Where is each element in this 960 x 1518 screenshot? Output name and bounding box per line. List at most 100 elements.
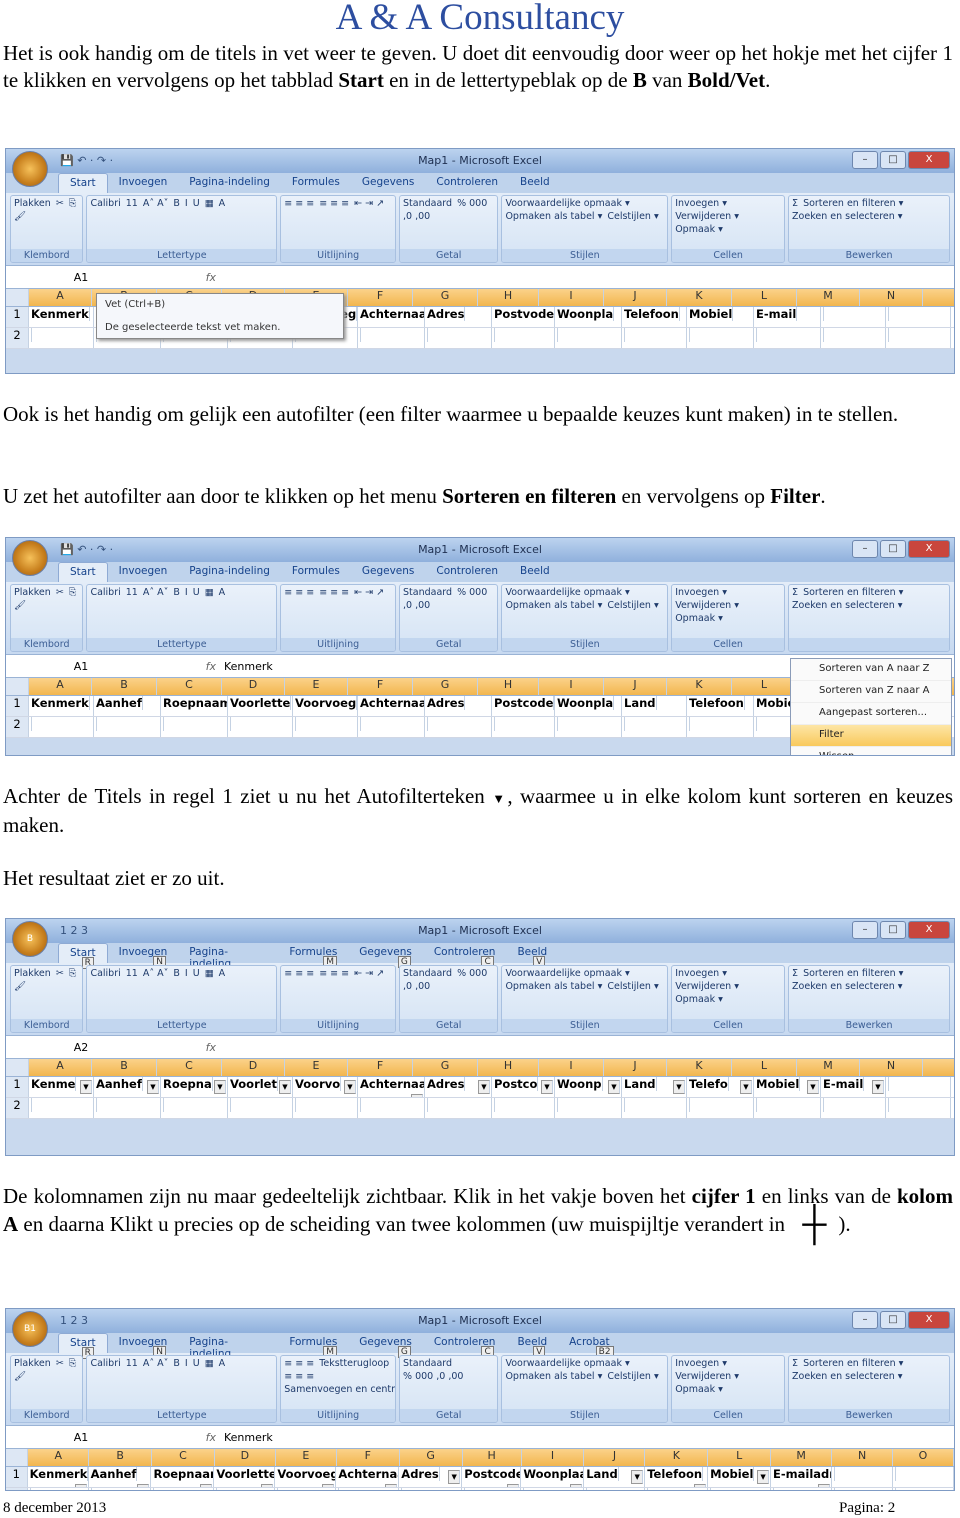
column-header-k[interactable]: K: [645, 1449, 709, 1466]
ribbon-button[interactable]: Sorteren en filteren ▾: [803, 198, 903, 209]
tab-invoegen[interactable]: Invoegen: [108, 173, 179, 193]
office-button[interactable]: B1: [12, 1311, 48, 1347]
cell[interactable]: E-mail ▼: [821, 1077, 886, 1097]
ribbon-button[interactable]: 11: [126, 1358, 138, 1369]
ribbon-button[interactable]: U: [193, 587, 200, 598]
cell[interactable]: Aanhef ▼: [94, 1077, 161, 1097]
tab-start[interactable]: StartR: [58, 943, 108, 969]
tab-beeld[interactable]: BeeldV: [506, 943, 558, 968]
ribbon-button[interactable]: I: [185, 968, 188, 979]
cell[interactable]: [492, 328, 555, 348]
column-header-a[interactable]: A: [29, 678, 92, 695]
cell[interactable]: Telefoon: [687, 696, 754, 716]
ribbon-button[interactable]: 🖌: [14, 981, 26, 992]
select-all-corner[interactable]: [6, 1449, 29, 1466]
filter-dropdown-icon[interactable]: ▼: [872, 1080, 884, 1094]
ribbon-button[interactable]: Σ: [792, 1358, 798, 1369]
cell[interactable]: Voorvoegsels ▼: [275, 1467, 337, 1487]
cell[interactable]: [29, 328, 94, 348]
cell[interactable]: [29, 1098, 94, 1118]
cell[interactable]: [492, 717, 555, 737]
cell[interactable]: Telefoon: [622, 307, 687, 327]
ribbon-button[interactable]: ⎘: [69, 968, 77, 979]
cell[interactable]: Adres ▼: [425, 1077, 492, 1097]
ribbon-button[interactable]: ▦: [205, 968, 214, 979]
cell[interactable]: Roepna ▼: [161, 1077, 228, 1097]
ribbon-button[interactable]: ≡ ≡ ≡: [284, 1358, 314, 1369]
filter-dropdown-icon[interactable]: ▼: [694, 1484, 707, 1487]
ribbon-button[interactable]: ⇤ ⇥ ↗: [354, 198, 384, 209]
cell[interactable]: Roepnaam ▼: [151, 1467, 215, 1487]
cell[interactable]: Land: [622, 696, 687, 716]
ribbon-button[interactable]: Verwijderen ▾: [675, 211, 739, 222]
ribbon-button[interactable]: Invoegen ▾: [675, 1358, 727, 1369]
ribbon-button[interactable]: Zoeken en selecteren ▾: [792, 600, 903, 611]
cell[interactable]: [555, 1098, 622, 1118]
cell[interactable]: [821, 307, 886, 327]
row-header[interactable]: 1: [6, 1077, 29, 1097]
column-header-a[interactable]: A: [28, 1449, 90, 1466]
ribbon-button[interactable]: Σ: [792, 968, 798, 979]
cell[interactable]: [89, 1488, 152, 1490]
ribbon-button[interactable]: A˄ A˅: [143, 968, 169, 979]
ribbon-button[interactable]: B: [173, 587, 180, 598]
tab-formules[interactable]: Formules: [281, 562, 351, 582]
ribbon-button[interactable]: Opmaak ▾: [675, 613, 723, 624]
cell[interactable]: Voorlet ▼: [228, 1077, 293, 1097]
filter-dropdown-icon[interactable]: ▼: [80, 1080, 92, 1094]
column-header-f[interactable]: F: [348, 678, 413, 695]
cell[interactable]: [771, 1488, 833, 1490]
ribbon-button[interactable]: Opmaken als tabel ▾: [505, 981, 602, 992]
column-header-k[interactable]: K: [667, 678, 732, 695]
ribbon-button[interactable]: ✂: [56, 198, 64, 209]
cell[interactable]: Woonpla: [555, 696, 622, 716]
cell[interactable]: Postvode: [492, 307, 555, 327]
ribbon-button[interactable]: 🖌: [14, 1371, 26, 1382]
ribbon-button[interactable]: ✂: [56, 968, 64, 979]
column-header-g[interactable]: G: [413, 289, 478, 306]
ribbon-button[interactable]: Sorteren en filteren ▾: [803, 968, 903, 979]
tab-gegevens[interactable]: GegevensG: [348, 1333, 423, 1358]
cell[interactable]: [28, 1488, 89, 1490]
cell[interactable]: [293, 1098, 358, 1118]
minimize-button[interactable]: –: [852, 1311, 878, 1329]
name-box[interactable]: A1: [6, 271, 156, 284]
tab-pagina-indeling[interactable]: Pagina-indelingP: [178, 943, 278, 980]
select-all-corner[interactable]: [6, 289, 29, 306]
ribbon-button[interactable]: Celstijlen ▾: [607, 211, 658, 222]
cell[interactable]: [425, 717, 492, 737]
column-header-m[interactable]: M: [797, 1059, 860, 1076]
cell[interactable]: [754, 328, 821, 348]
column-header-h[interactable]: H: [478, 289, 539, 306]
cell[interactable]: [622, 717, 687, 737]
ribbon-button[interactable]: Opmaken als tabel ▾: [505, 211, 602, 222]
column-header-i[interactable]: I: [539, 289, 604, 306]
ribbon-button[interactable]: Sorteren en filteren ▾: [803, 587, 903, 598]
ribbon-button[interactable]: Verwijderen ▾: [675, 981, 739, 992]
ribbon-button[interactable]: Celstijlen ▾: [607, 600, 658, 611]
tab-gegevens[interactable]: GegevensG: [348, 943, 423, 968]
ribbon-button[interactable]: % 000 ,0 ,00: [403, 1371, 463, 1382]
cell[interactable]: [521, 1488, 585, 1490]
ribbon-button[interactable]: I: [185, 587, 188, 598]
ribbon-button[interactable]: Invoegen ▾: [675, 968, 727, 979]
ribbon-button[interactable]: Opmaken als tabel ▾: [505, 600, 602, 611]
tab-acrobat[interactable]: AcrobatB2: [558, 1333, 624, 1358]
cell[interactable]: [687, 328, 754, 348]
tab-invoegen[interactable]: Invoegen: [108, 562, 179, 582]
cell[interactable]: Kenmerk ▼: [28, 1467, 89, 1487]
column-header-f[interactable]: F: [337, 1449, 400, 1466]
ribbon-button[interactable]: A: [219, 587, 226, 598]
column-header-b[interactable]: B: [92, 678, 157, 695]
column-header-c[interactable]: C: [157, 678, 222, 695]
ribbon-button[interactable]: % 000: [457, 968, 487, 979]
tab-beeld[interactable]: BeeldV: [506, 1333, 558, 1358]
cell[interactable]: [821, 328, 886, 348]
cell[interactable]: Adres: [425, 696, 492, 716]
filter-dropdown-icon[interactable]: ▼: [448, 1470, 461, 1484]
column-header-e[interactable]: E: [276, 1449, 337, 1466]
column-header-l[interactable]: L: [732, 1059, 797, 1076]
column-header-a[interactable]: A: [29, 289, 92, 306]
menu-item-sorteren-van-z-naar-a[interactable]: Sorteren van Z naar A: [791, 681, 951, 703]
cell[interactable]: Postcode: [492, 696, 555, 716]
